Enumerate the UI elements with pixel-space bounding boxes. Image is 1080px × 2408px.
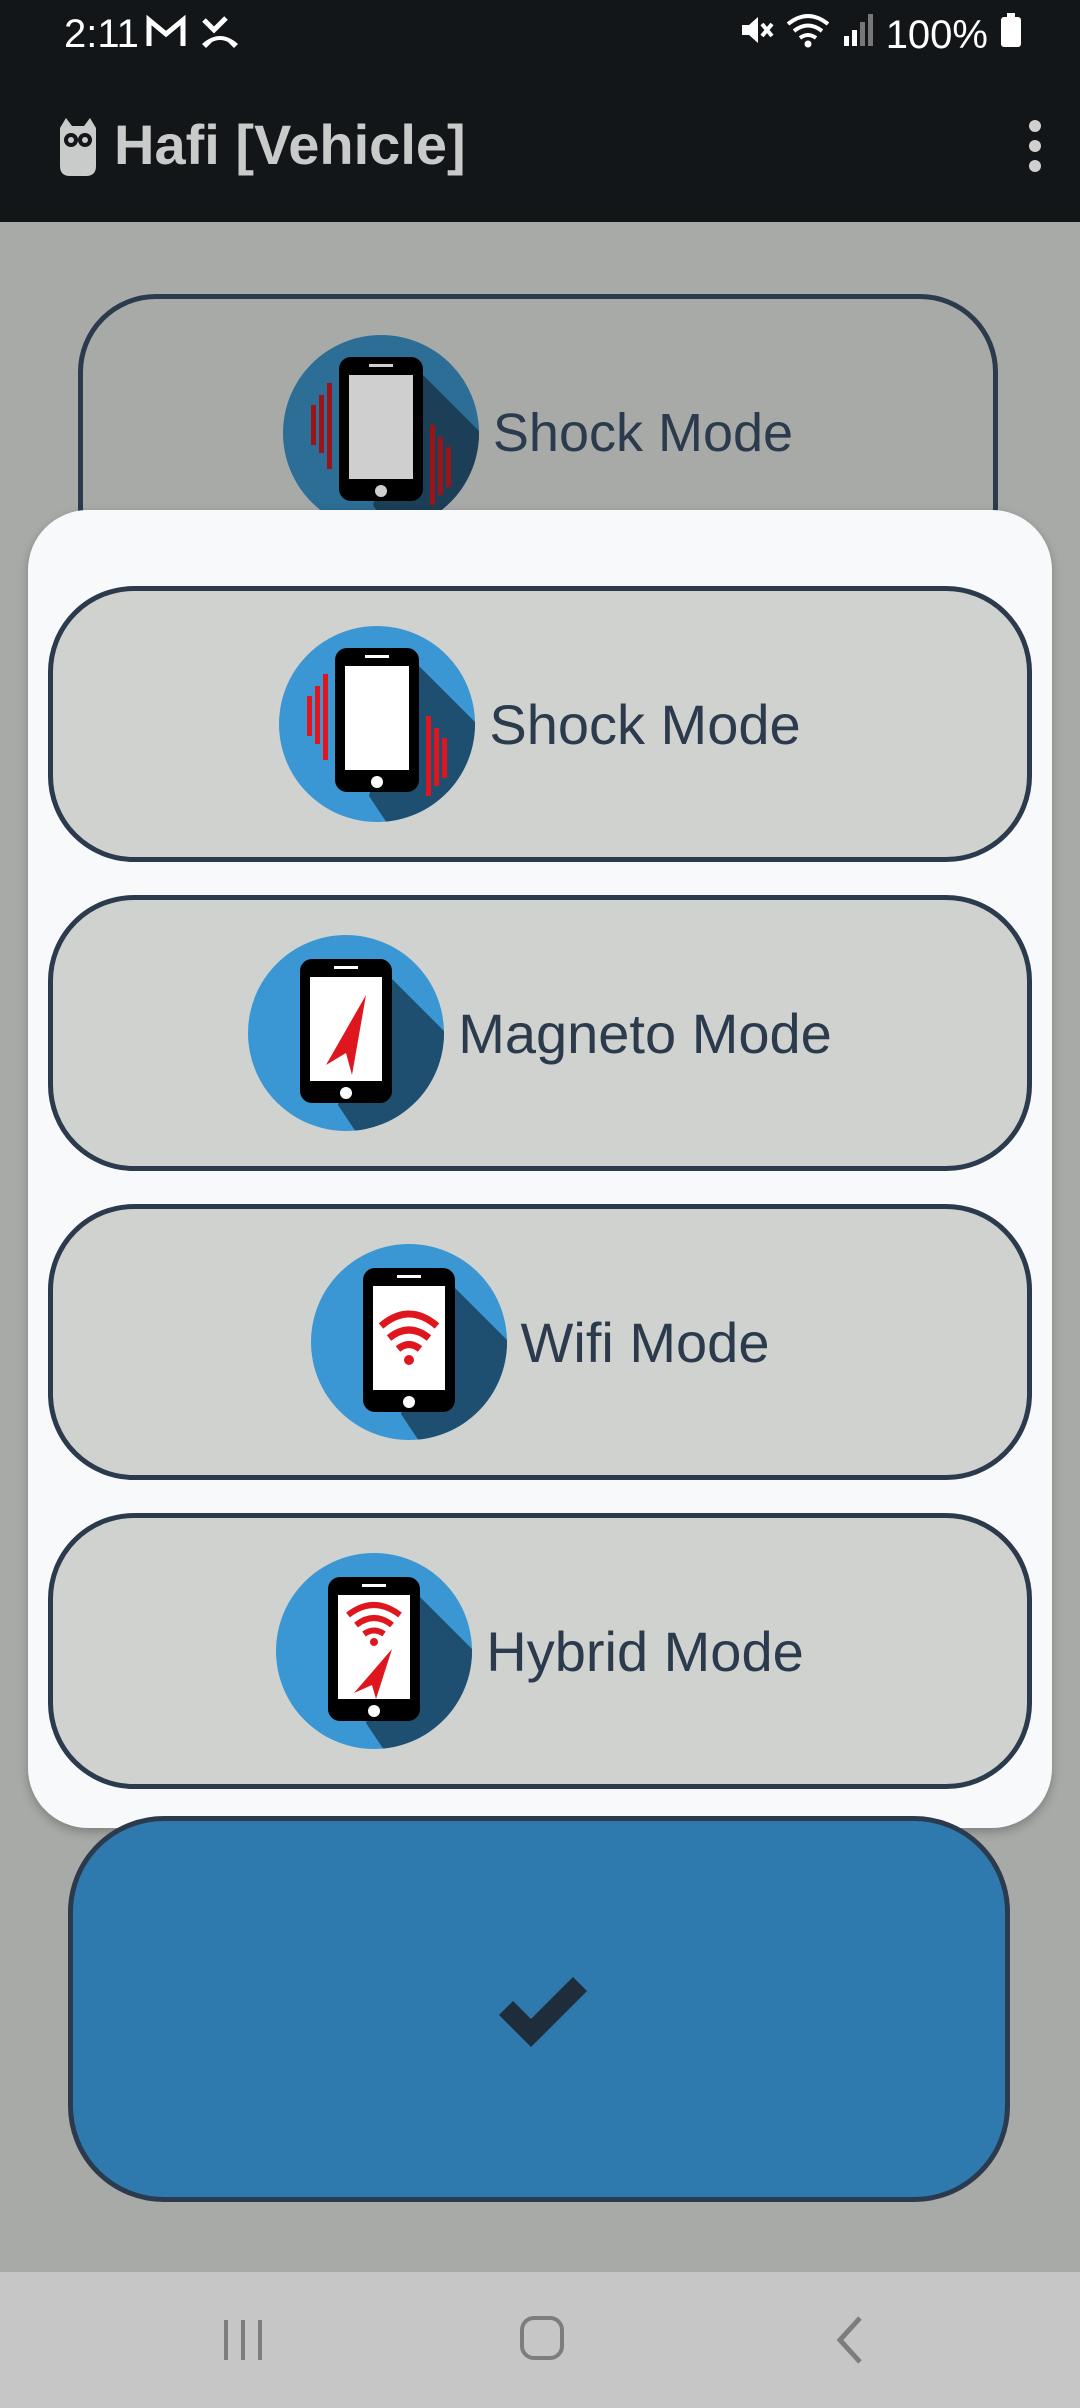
recents-icon[interactable]: [220, 2318, 266, 2362]
confirm-button[interactable]: [68, 1816, 1010, 2202]
magneto-mode-label: Magneto Mode: [458, 1001, 832, 1065]
status-time: 2:11: [64, 12, 139, 56]
mode-picker-dialog: Shock Mode Magneto Mode Wifi Mode Hybrid…: [28, 510, 1052, 1828]
wifi-mode-label: Wifi Mode: [520, 1310, 770, 1374]
owl-icon: [60, 118, 96, 176]
gmail-icon: [146, 14, 186, 59]
status-bar: 2:11 100%: [0, 0, 1080, 72]
shock-mode-icon: [279, 626, 476, 822]
battery-text: 100%: [885, 12, 988, 57]
overflow-menu-icon[interactable]: [1020, 114, 1050, 184]
home-icon[interactable]: [520, 2316, 564, 2360]
app-title: Hafi [Vehicle]: [114, 113, 466, 176]
mute-icon: [738, 12, 774, 58]
shock-mode-icon: [282, 335, 479, 531]
missed-call-icon: [200, 14, 240, 59]
hybrid-mode-option[interactable]: Hybrid Mode: [48, 1513, 1032, 1789]
system-status: 100%: [738, 12, 1022, 58]
hybrid-mode-label: Hybrid Mode: [486, 1619, 804, 1683]
shock-mode-option[interactable]: Shock Mode: [48, 586, 1032, 862]
system-nav-bar: [0, 2272, 1080, 2408]
app-bar: Hafi [Vehicle]: [0, 72, 1080, 222]
wifi-mode-option[interactable]: Wifi Mode: [48, 1204, 1032, 1480]
check-icon: [499, 1977, 587, 2047]
signal-icon: [842, 12, 874, 58]
selected-mode-label: Shock Mode: [492, 403, 794, 463]
shock-mode-label: Shock Mode: [489, 692, 801, 756]
notification-icons: [146, 14, 240, 59]
magneto-mode-icon: [248, 935, 445, 1131]
battery-icon: [1000, 12, 1022, 58]
wifi-mode-icon: [310, 1244, 507, 1440]
wifi-icon: [786, 12, 830, 58]
hybrid-mode-icon: [276, 1553, 473, 1749]
magneto-mode-option[interactable]: Magneto Mode: [48, 895, 1032, 1171]
back-icon[interactable]: [830, 2312, 870, 2368]
